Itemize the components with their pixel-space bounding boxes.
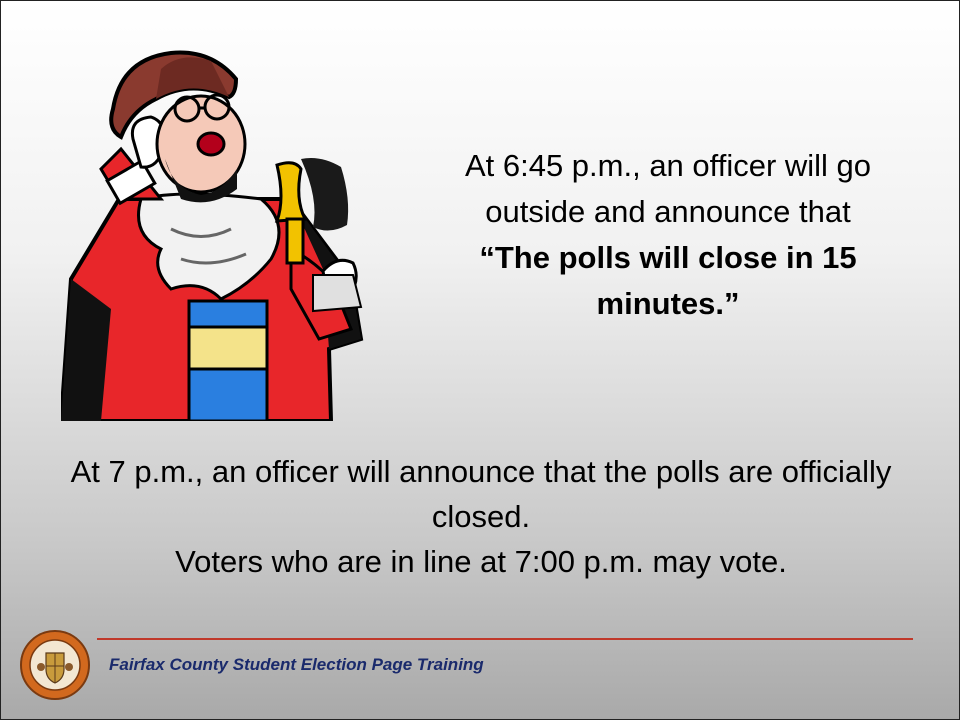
- county-seal-icon: [20, 630, 90, 700]
- announcement-text: At 6:45 p.m., an officer will go outside…: [453, 143, 883, 327]
- announcement-bold: “The polls will close in 15 minutes.”: [479, 240, 857, 321]
- town-crier-illustration: [61, 50, 364, 421]
- closing-text: At 7 p.m., an officer will announce that…: [41, 449, 921, 584]
- closing-line-1: At 7 p.m., an officer will announce that…: [70, 454, 892, 534]
- announcement-plain: At 6:45 p.m., an officer will go outside…: [464, 148, 872, 229]
- footer-divider: [97, 638, 913, 640]
- closing-line-2: Voters who are in line at 7:00 p.m. may …: [175, 544, 787, 579]
- slide: At 6:45 p.m., an officer will go outside…: [0, 0, 960, 720]
- footer-title: Fairfax County Student Election Page Tra…: [109, 655, 484, 674]
